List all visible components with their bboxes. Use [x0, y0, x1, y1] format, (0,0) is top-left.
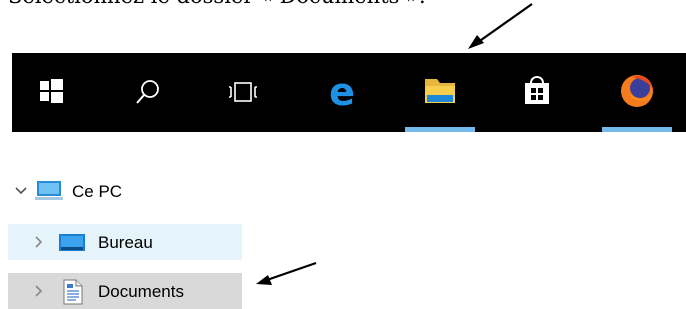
firefox-button[interactable]: [602, 53, 672, 132]
firefox-icon: [621, 75, 654, 107]
tree-item-label: Documents: [98, 282, 184, 301]
documents-icon: [63, 279, 83, 305]
windows-start-icon: [40, 79, 63, 103]
tree-item-label: Bureau: [98, 233, 153, 252]
search-icon: [136, 80, 159, 104]
taskbar: e: [12, 53, 686, 132]
tree-item-ce-pc[interactable]: Ce PC: [8, 173, 242, 209]
instruction-text: Sélectionnez le dossier « Documents ».: [8, 0, 528, 8]
chevron-right-icon[interactable]: [26, 273, 52, 309]
task-view-icon: [229, 82, 257, 102]
arrow-to-explorer-icon: [468, 3, 533, 49]
active-indicator: [602, 127, 672, 132]
chevron-down-icon[interactable]: [8, 173, 34, 209]
tree-item-bureau[interactable]: Bureau: [8, 224, 242, 260]
task-view-button[interactable]: [219, 53, 265, 132]
store-icon: [525, 76, 549, 104]
edge-icon: e: [329, 70, 355, 114]
arrow-to-documents-icon: [256, 261, 317, 285]
start-button[interactable]: [26, 53, 72, 132]
file-explorer-button[interactable]: [405, 53, 475, 132]
svg-text:e: e: [329, 70, 355, 114]
store-button[interactable]: [512, 53, 562, 132]
file-explorer-icon: [425, 79, 455, 103]
desktop-folder-icon: [59, 234, 85, 251]
tree-item-documents[interactable]: Documents: [8, 273, 242, 309]
pc-icon: [35, 181, 63, 200]
tree-item-label: Ce PC: [72, 182, 123, 201]
active-indicator: [405, 127, 475, 132]
search-button[interactable]: [124, 53, 170, 132]
chevron-right-icon[interactable]: [26, 224, 52, 260]
edge-button[interactable]: e: [317, 53, 367, 132]
